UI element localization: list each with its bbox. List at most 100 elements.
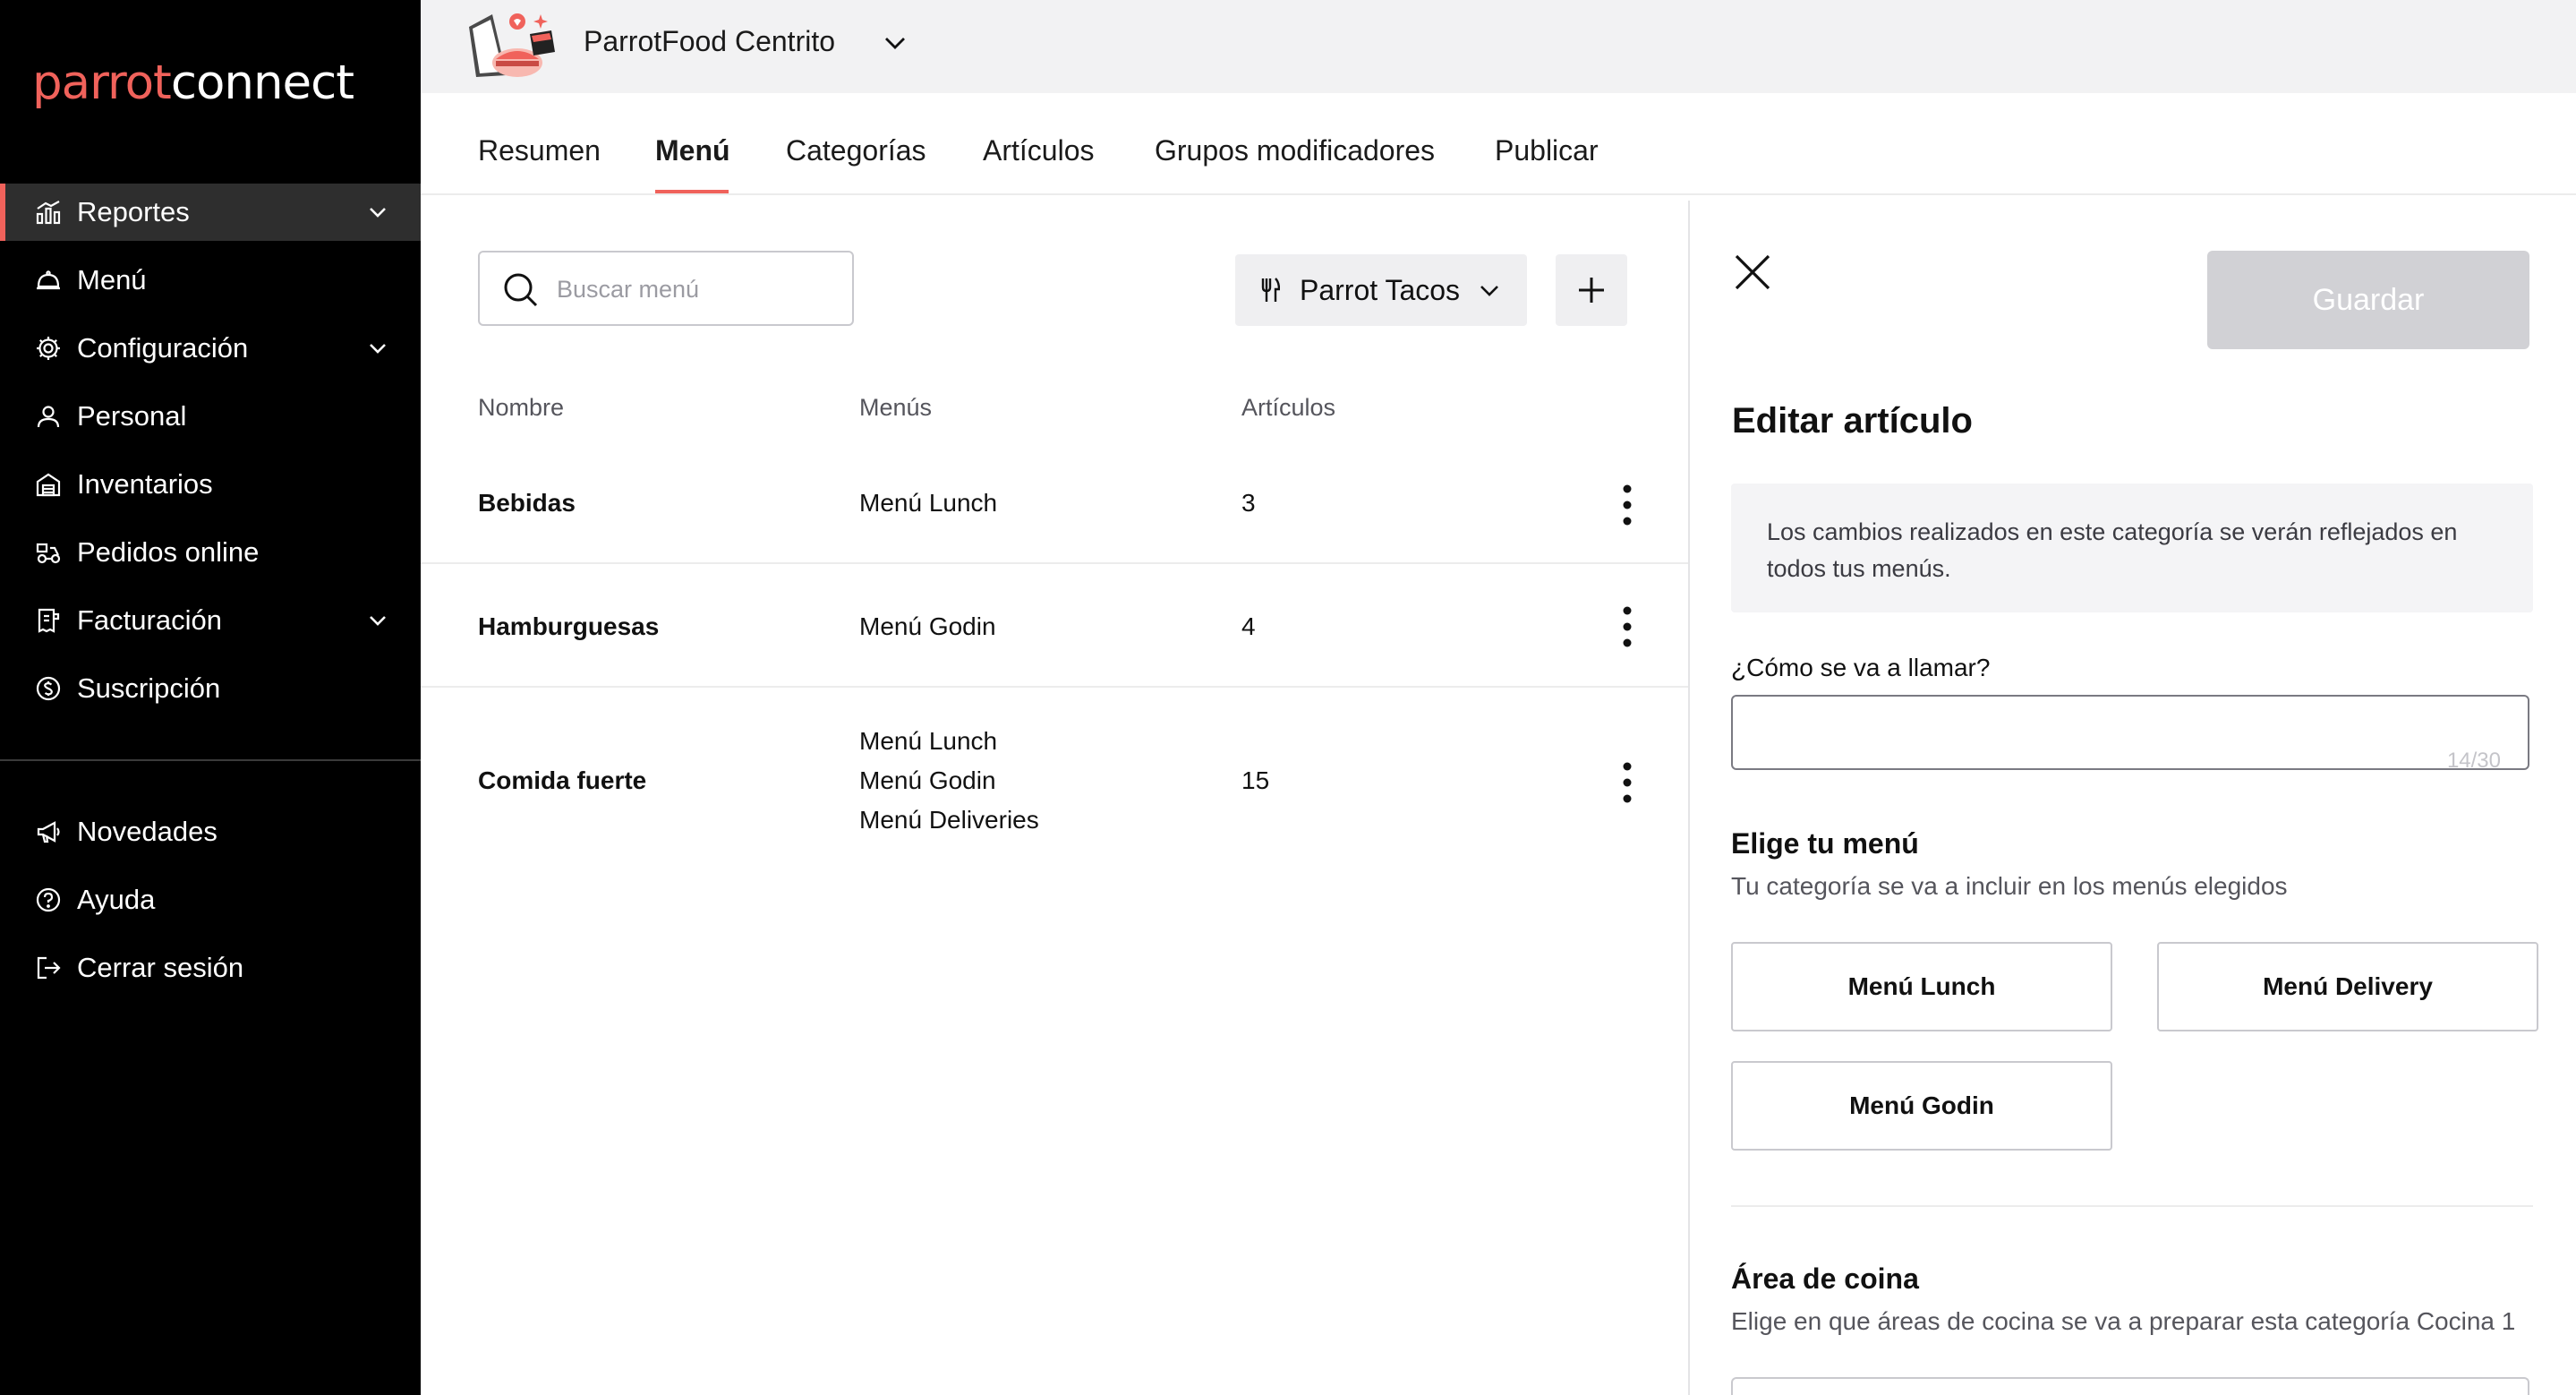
- sidebar: parrotconnect Reportes Menú Configuració…: [0, 0, 421, 1395]
- info-notice: Los cambios realizados en este categoría…: [1731, 484, 2533, 612]
- cloche-icon: [34, 266, 63, 295]
- sidebar-item-inventarios[interactable]: Inventarios: [0, 456, 421, 513]
- sidebar-item-configuracion[interactable]: Configuración: [0, 320, 421, 377]
- person-icon: [34, 402, 63, 431]
- tab-categorias[interactable]: Categorías: [786, 134, 926, 167]
- more-options-icon[interactable]: [1618, 761, 1636, 804]
- tab-resumen[interactable]: Resumen: [478, 134, 601, 167]
- gear-icon: [34, 334, 63, 363]
- chevron-down-icon: [370, 616, 386, 626]
- name-field-wrapper: 14/30: [1731, 695, 2529, 773]
- sidebar-item-label: Suscripción: [77, 672, 221, 704]
- column-header-nombre[interactable]: Nombre: [478, 394, 564, 422]
- sidebar-item-label: Novedades: [77, 816, 218, 847]
- store-name[interactable]: ParrotFood Centrito: [584, 25, 835, 58]
- chevron-down-icon[interactable]: [879, 27, 911, 59]
- tab-menu[interactable]: Menú: [655, 134, 730, 167]
- kitchen-area-select[interactable]: [1731, 1377, 2529, 1395]
- column-header-menus[interactable]: Menús: [859, 394, 932, 422]
- menu-section-subtitle: Tu categoría se va a incluir en los menú…: [1731, 872, 2288, 900]
- sidebar-item-ayuda[interactable]: Ayuda: [0, 871, 421, 929]
- menu-option-delivery[interactable]: Menú Delivery: [2157, 942, 2538, 1031]
- sidebar-item-label: Configuración: [77, 332, 249, 364]
- tab-grupos-modificadores[interactable]: Grupos modificadores: [1155, 134, 1435, 167]
- sidebar-nav: Reportes Menú Configuración Personal Inv…: [0, 184, 421, 728]
- sidebar-item-cerrar-sesion[interactable]: Cerrar sesión: [0, 939, 421, 997]
- sidebar-item-label: Personal: [77, 400, 187, 432]
- row-menu: Menú Lunch: [859, 727, 998, 755]
- sidebar-item-menu[interactable]: Menú: [0, 252, 421, 309]
- chevron-down-icon: [1480, 286, 1498, 296]
- name-field[interactable]: [1751, 711, 2485, 754]
- sidebar-secondary-nav: Novedades Ayuda Cerrar sesión: [0, 803, 421, 1007]
- sidebar-item-label: Ayuda: [77, 884, 156, 915]
- more-options-icon[interactable]: [1618, 605, 1636, 648]
- tab-publicar[interactable]: Publicar: [1495, 134, 1599, 167]
- cutlery-icon: [1261, 278, 1280, 302]
- table-row[interactable]: Bebidas Menú Lunch 3: [421, 448, 1688, 564]
- warehouse-icon: [34, 470, 63, 499]
- topbar: ParrotFood Centrito: [421, 0, 2576, 93]
- search-box: [478, 251, 854, 326]
- sidebar-item-label: Pedidos online: [77, 536, 260, 568]
- row-name: Bebidas: [478, 489, 576, 517]
- brand-name: Parrot Tacos: [1300, 273, 1461, 306]
- parrotconnect-logo[interactable]: parrotconnect: [32, 56, 354, 110]
- search-icon: [504, 273, 538, 307]
- delivery-icon: [34, 538, 63, 567]
- menu-option-lunch[interactable]: Menú Lunch: [1731, 942, 2112, 1031]
- row-menu: Menú Godin: [859, 612, 996, 640]
- chevron-down-icon: [370, 208, 386, 218]
- table-row[interactable]: Comida fuerte Menú Lunch Menú Godin Menú…: [421, 689, 1688, 860]
- close-icon[interactable]: [1731, 251, 1774, 294]
- more-options-icon[interactable]: [1618, 484, 1636, 526]
- sidebar-item-label: Menú: [77, 264, 147, 295]
- search-input[interactable]: [557, 269, 834, 310]
- section-divider: [1731, 1205, 2533, 1207]
- sidebar-item-suscripcion[interactable]: Suscripción: [0, 660, 421, 717]
- row-menu: Menú Deliveries: [859, 806, 1039, 834]
- row-count: 3: [1241, 489, 1256, 517]
- panel-title: Editar artículo: [1732, 401, 1973, 441]
- sidebar-item-personal[interactable]: Personal: [0, 388, 421, 445]
- active-tab-indicator: [655, 190, 729, 193]
- row-count: 4: [1241, 612, 1256, 640]
- menu-section-title: Elige tu menú: [1731, 827, 1919, 860]
- row-name: Comida fuerte: [478, 766, 647, 794]
- store-avatar-image[interactable]: [464, 7, 560, 82]
- sidebar-item-label: Inventarios: [77, 468, 213, 500]
- row-menu: Menú Godin: [859, 766, 996, 794]
- kitchen-area-title: Área de coina: [1731, 1262, 1919, 1295]
- brand-selector[interactable]: Parrot Tacos: [1235, 254, 1527, 326]
- row-menu: Menú Lunch: [859, 489, 998, 517]
- sidebar-item-reportes[interactable]: Reportes: [0, 184, 421, 241]
- sidebar-item-pedidos-online[interactable]: Pedidos online: [0, 524, 421, 581]
- logout-icon: [34, 954, 63, 982]
- save-button[interactable]: Guardar: [2207, 251, 2529, 349]
- sidebar-item-label: Cerrar sesión: [77, 952, 244, 983]
- megaphone-icon: [34, 817, 63, 846]
- menu-option-godin[interactable]: Menú Godin: [1731, 1061, 2112, 1151]
- add-menu-button[interactable]: [1556, 254, 1627, 326]
- menu-tabs: Resumen Menú Categorías Artículos Grupos…: [421, 93, 2576, 195]
- row-name: Hamburguesas: [478, 612, 660, 640]
- sidebar-item-label: Reportes: [77, 196, 190, 227]
- column-header-articulos[interactable]: Artículos: [1241, 394, 1335, 422]
- bar-chart-icon: [34, 198, 63, 227]
- sidebar-item-label: Facturación: [77, 604, 222, 636]
- table-row[interactable]: Hamburguesas Menú Godin 4: [421, 566, 1688, 688]
- kitchen-area-subtitle: Elige en que áreas de cocina se va a pre…: [1731, 1307, 2516, 1335]
- help-icon: [34, 886, 63, 914]
- invoice-icon: [34, 606, 63, 635]
- panel-divider: [1688, 201, 1690, 1395]
- row-count: 15: [1241, 766, 1270, 794]
- tab-articulos[interactable]: Artículos: [983, 134, 1094, 167]
- sidebar-item-novedades[interactable]: Novedades: [0, 803, 421, 860]
- plus-icon: [1579, 278, 1604, 303]
- sidebar-divider: [0, 759, 421, 761]
- subscription-icon: [34, 674, 63, 703]
- sidebar-item-facturacion[interactable]: Facturación: [0, 592, 421, 649]
- name-field-label: ¿Cómo se va a llamar?: [1731, 654, 1991, 681]
- character-counter: 14/30: [2446, 749, 2501, 773]
- chevron-down-icon: [370, 344, 386, 354]
